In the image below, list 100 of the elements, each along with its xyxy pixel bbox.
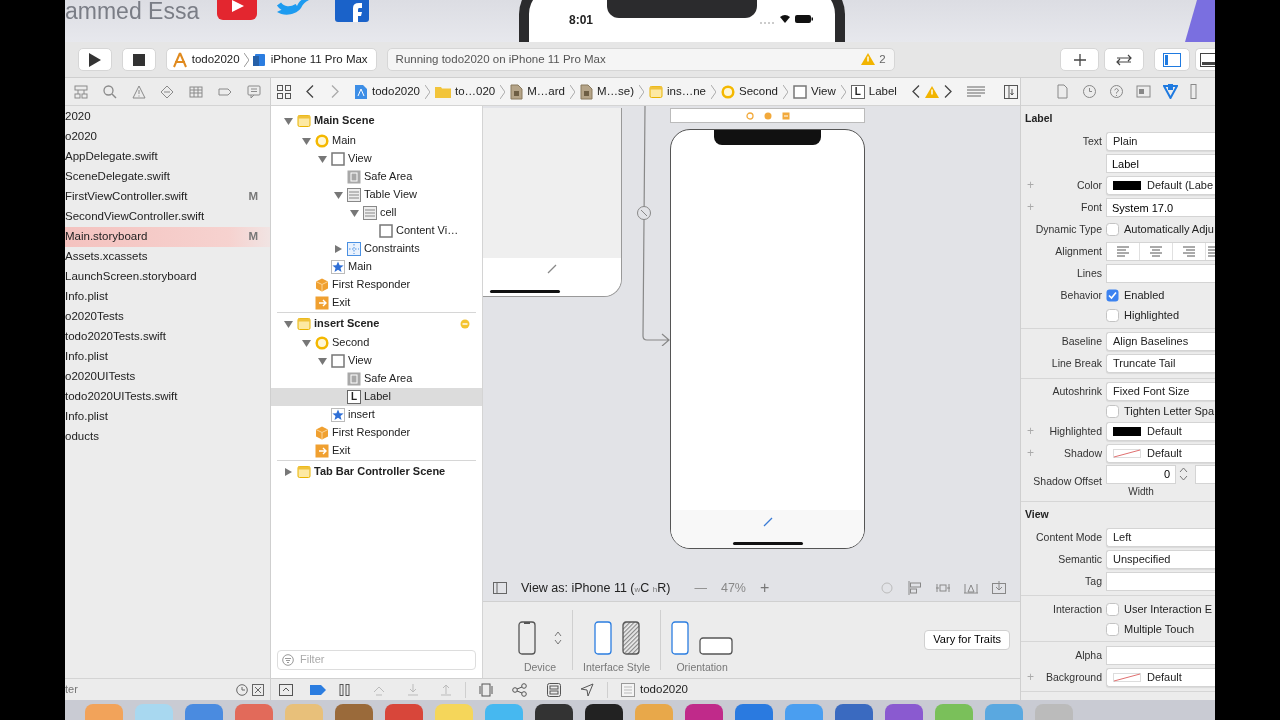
- outline-item[interactable]: First Responder: [271, 424, 482, 442]
- close-icon[interactable]: [252, 683, 264, 696]
- attributes-icon[interactable]: [1163, 84, 1178, 99]
- zoom-in-button[interactable]: +: [759, 578, 770, 598]
- checkbox[interactable]: Highlighted: [1106, 309, 1180, 323]
- message-icon[interactable]: [246, 84, 261, 99]
- dropdown[interactable]: Truncate Tail: [1106, 354, 1215, 374]
- step-in-icon[interactable]: [407, 683, 419, 696]
- file-item[interactable]: LaunchScreen.storyboard: [65, 267, 270, 287]
- run-button[interactable]: [78, 48, 112, 71]
- outline-item[interactable]: Safe Area: [271, 370, 482, 388]
- path-item[interactable]: M…ard: [510, 83, 565, 100]
- file-item[interactable]: todo2020Tests.swift: [65, 327, 270, 347]
- number-field[interactable]: 0: [1106, 464, 1176, 484]
- location-icon[interactable]: [580, 682, 594, 697]
- clock-icon[interactable]: [236, 683, 248, 696]
- input-field[interactable]: System 17.0: [1106, 198, 1215, 218]
- checkbox[interactable]: Enabled: [1106, 289, 1165, 303]
- color-dropdown[interactable]: Default: [1106, 667, 1215, 687]
- outline-item[interactable]: Content Vi…: [271, 222, 482, 240]
- grid-icon[interactable]: [277, 84, 291, 99]
- disclosure-triangle[interactable]: [283, 318, 294, 329]
- file-item[interactable]: 2020: [65, 107, 270, 127]
- help-icon[interactable]: [1109, 84, 1124, 99]
- file-item[interactable]: Info.plist: [65, 347, 270, 367]
- breakpoint-icon[interactable]: [310, 684, 326, 695]
- path-item[interactable]: Second: [721, 84, 779, 99]
- sidebar-icon[interactable]: [493, 582, 507, 594]
- code-review-button[interactable]: [1104, 48, 1145, 71]
- vary-for-traits-button[interactable]: Vary for Traits: [924, 630, 1010, 650]
- outline-item[interactable]: insert: [271, 406, 482, 424]
- file-item[interactable]: FirstViewController.swift M: [65, 187, 270, 207]
- dropdown[interactable]: Align Baselines: [1106, 332, 1215, 352]
- color-dropdown[interactable]: Default: [1106, 422, 1215, 442]
- library-button[interactable]: [1059, 48, 1100, 71]
- outline-item[interactable]: L Label: [271, 388, 482, 406]
- hide-area-icon[interactable]: [279, 683, 293, 696]
- storyboard-scene[interactable]: [670, 129, 865, 549]
- landscape-phone-icon[interactable]: [699, 637, 734, 656]
- file-item[interactable]: oducts: [65, 427, 270, 447]
- back-icon[interactable]: [911, 85, 920, 98]
- path-item[interactable]: to…020: [434, 84, 496, 99]
- outline-item[interactable]: Exit: [271, 442, 482, 460]
- split-icon[interactable]: [1003, 84, 1018, 99]
- checkbox[interactable]: Multiple Touch: [1106, 622, 1195, 636]
- path-item[interactable]: L Label: [850, 84, 897, 99]
- phone-icon[interactable]: [671, 621, 690, 656]
- align-text-icon[interactable]: [1183, 246, 1195, 258]
- justify-icon[interactable]: [1206, 246, 1215, 258]
- checkbox[interactable]: Automatically Adju: [1106, 223, 1214, 237]
- file-item[interactable]: SecondViewController.swift: [65, 207, 270, 227]
- file-item[interactable]: SceneDelegate.swift: [65, 167, 270, 187]
- stop-button[interactable]: [121, 48, 156, 71]
- outline-item[interactable]: Second: [271, 334, 482, 352]
- target-item[interactable]: todo2020: [621, 682, 688, 697]
- outline-item[interactable]: Constraints: [271, 240, 482, 258]
- outline-item[interactable]: cell: [271, 204, 482, 222]
- diamond-icon[interactable]: [160, 84, 175, 99]
- filter-field[interactable]: ter: [65, 682, 215, 697]
- search-icon[interactable]: [103, 84, 118, 99]
- pencil-icon[interactable]: [762, 517, 773, 527]
- pause-icon[interactable]: [339, 683, 351, 696]
- input-field[interactable]: Label: [1106, 154, 1215, 174]
- file-item[interactable]: Assets.xcassets: [65, 247, 270, 267]
- file-item[interactable]: AppDelegate.swift: [65, 147, 270, 167]
- debug-area-toggle[interactable]: [1195, 48, 1215, 71]
- dropdown[interactable]: Fixed Font Size: [1106, 382, 1215, 402]
- outline-item[interactable]: Tab Bar Controller Scene: [277, 460, 476, 482]
- disclosure-triangle[interactable]: [333, 190, 344, 200]
- phone-icon[interactable]: [621, 621, 640, 656]
- warning-icon[interactable]: [131, 84, 146, 99]
- path-item[interactable]: M…se): [579, 83, 634, 100]
- back-icon[interactable]: [306, 85, 314, 98]
- clock-icon[interactable]: [1082, 84, 1097, 99]
- forward-icon[interactable]: [943, 85, 952, 98]
- identity-icon[interactable]: [1136, 84, 1151, 99]
- outline-item[interactable]: Exit: [271, 294, 482, 312]
- alignment-control[interactable]: [1106, 242, 1215, 262]
- outline-item[interactable]: Main: [271, 258, 482, 276]
- input-field[interactable]: [1106, 571, 1215, 591]
- ruler-icon[interactable]: [1190, 84, 1197, 99]
- view-debugger-icon[interactable]: [479, 682, 493, 697]
- outline-item[interactable]: insert Scene: [277, 312, 476, 334]
- disclosure-triangle[interactable]: [283, 116, 294, 126]
- dropdown[interactable]: Unspecified: [1106, 549, 1215, 569]
- disclosure-triangle[interactable]: [317, 154, 328, 164]
- phone-icon[interactable]: [518, 621, 536, 656]
- file-item[interactable]: Info.plist: [65, 407, 270, 427]
- align-text-icon[interactable]: [1117, 246, 1129, 258]
- path-item[interactable]: todo2020: [354, 83, 420, 100]
- filter-field[interactable]: Filter: [277, 650, 476, 670]
- file-item[interactable]: o2020UITests: [65, 367, 270, 387]
- dropdown[interactable]: Left: [1106, 527, 1215, 547]
- environment-icon[interactable]: [547, 682, 561, 697]
- input-field[interactable]: [1106, 645, 1215, 665]
- disclosure-triangle[interactable]: [301, 338, 312, 348]
- outline-item[interactable]: View: [271, 150, 482, 168]
- color-dropdown[interactable]: Default (Labe: [1106, 176, 1215, 196]
- input-field[interactable]: [1106, 264, 1215, 284]
- color-dropdown[interactable]: Default: [1106, 444, 1215, 464]
